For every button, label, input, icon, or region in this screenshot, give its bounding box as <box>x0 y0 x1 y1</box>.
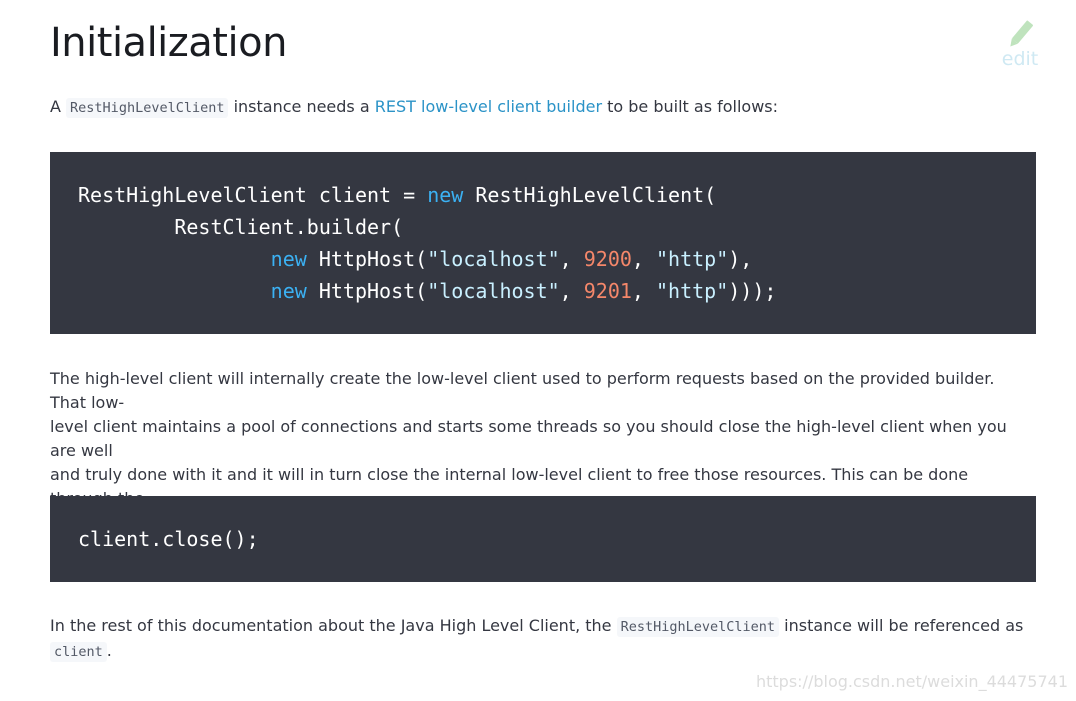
intro-paragraph: A RestHighLevelClient instance needs a R… <box>50 95 1030 120</box>
code-token-plain: HttpHost( <box>306 279 428 303</box>
code-token-str: "http" <box>656 247 729 271</box>
reference-period: . <box>106 641 112 660</box>
code-token-num: 9200 <box>583 247 632 271</box>
description-line-1: The high-level client will internally cr… <box>50 369 995 412</box>
intro-prefix: A <box>50 97 61 116</box>
intro-mid: instance needs a <box>233 97 370 116</box>
code-token-plain: , <box>559 279 584 303</box>
description-line-2: level client maintains a pool of connect… <box>50 417 1007 460</box>
edit-label: edit <box>1001 48 1039 70</box>
code-token-plain: RestHighLevelClient( <box>463 183 717 207</box>
watermark: https://blog.csdn.net/weixin_44475741 <box>755 672 1068 691</box>
code-token-plain: , <box>631 247 657 271</box>
code-token-str: "http" <box>656 279 729 303</box>
edit-link[interactable]: edit <box>998 18 1042 70</box>
code-block-initialization: RestHighLevelClient client = new RestHig… <box>50 152 1036 334</box>
code-token-str: "localhost" <box>427 279 560 303</box>
rest-low-level-builder-link[interactable]: REST low-level client builder <box>375 97 602 116</box>
code-token-plain: RestClient.builder( <box>78 215 404 239</box>
code-token-kw: new <box>270 279 307 303</box>
pencil-icon <box>998 18 1042 52</box>
code-token-str: "localhost" <box>427 247 560 271</box>
code-token-plain: , <box>559 247 584 271</box>
inline-code-class: RestHighLevelClient <box>616 617 780 637</box>
reference-prefix: In the rest of this documentation about … <box>50 616 612 635</box>
code-token-plain: RestHighLevelClient client = <box>78 183 428 207</box>
page-title: Initialization <box>50 20 287 66</box>
code-token-plain: client.close(); <box>78 527 259 551</box>
code-token-num: 9201 <box>583 279 632 303</box>
inline-code-class: RestHighLevelClient <box>66 98 229 118</box>
code-listing: client.close(); <box>78 523 1008 555</box>
code-token-plain: , <box>631 279 657 303</box>
reference-paragraph: In the rest of this documentation about … <box>50 614 1030 664</box>
code-block-close: client.close(); <box>50 496 1036 582</box>
inline-code-client: client <box>50 642 107 662</box>
code-listing: RestHighLevelClient client = new RestHig… <box>78 179 1008 307</box>
code-token-kw: new <box>270 247 307 271</box>
code-token-plain: ))); <box>728 279 777 303</box>
reference-mid: instance will be referenced as <box>784 616 1024 635</box>
code-token-plain: HttpHost( <box>306 247 428 271</box>
code-token-plain: ), <box>728 247 753 271</box>
code-token-kw: new <box>427 183 464 207</box>
intro-suffix: to be built as follows: <box>607 97 779 116</box>
